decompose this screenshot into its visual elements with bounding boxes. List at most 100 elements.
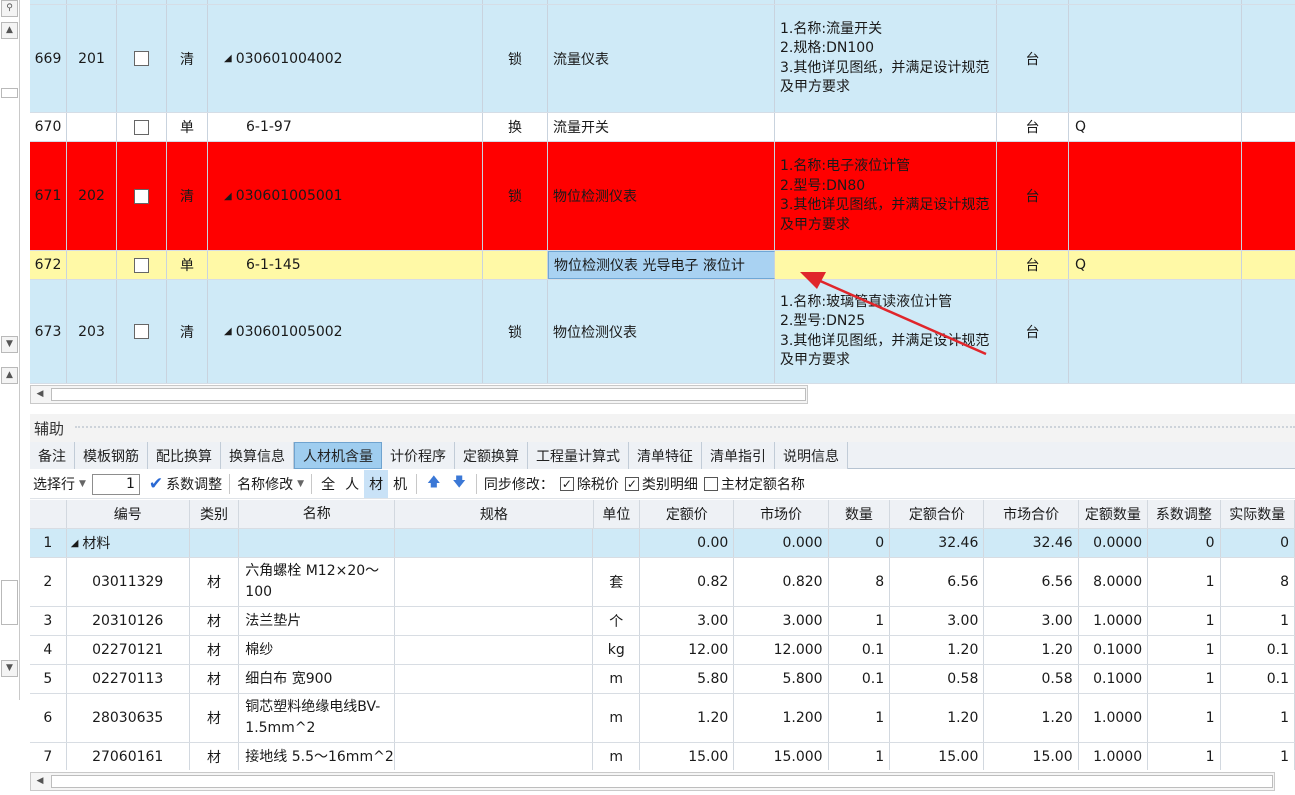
row-quantity[interactable]: 0.1	[829, 665, 891, 693]
tab-formwork-rebar[interactable]: 模板钢筋	[75, 442, 148, 469]
row-quota-price[interactable]: 5.80	[640, 665, 735, 693]
col-header-market-total[interactable]: 市场合价	[984, 500, 1079, 528]
scroll-thumb[interactable]	[1, 580, 18, 625]
row-checkbox[interactable]	[117, 251, 167, 279]
row-quota-total[interactable]: 1.20	[890, 636, 985, 664]
table-row[interactable]: 1 ◢ 材料 0.00 0.000 0 32.46 32.46 0.0000 0 0	[30, 529, 1295, 558]
row-name[interactable]: 流量仪表	[548, 5, 775, 112]
row-market-total[interactable]: 1.20	[984, 636, 1079, 664]
tab-bill-features[interactable]: 清单特征	[629, 442, 702, 469]
row-name[interactable]: 细白布 宽900	[239, 665, 396, 693]
scroll-thumb[interactable]	[51, 775, 1273, 788]
row-unit[interactable]	[593, 529, 641, 557]
row-quota-total[interactable]: 1.20	[890, 694, 985, 742]
scroll-up-icon[interactable]: ▲	[1, 22, 18, 39]
row-market-total[interactable]: 6.56	[984, 558, 1079, 606]
row-number-input[interactable]: 1	[91, 473, 140, 495]
table-row[interactable]: 672 单 6-1-145 物位检测仪表 光导电子 液位计 台 Q	[30, 251, 1295, 280]
scroll-down-icon[interactable]: ▼	[1, 336, 18, 353]
col-header-spec[interactable]: 规格	[395, 500, 594, 528]
row-category[interactable]: 材	[190, 665, 240, 693]
table-row[interactable]: 669 201 清 ◢ 030601004002 锁 流量仪表 1.名称:流量开关…	[30, 5, 1295, 113]
row-category[interactable]: 材	[190, 694, 240, 742]
row-index[interactable]: 1	[30, 529, 67, 557]
col-header-quantity[interactable]: 数量	[829, 500, 891, 528]
table-row[interactable]: 7 27060161 材接地线 5.5～16mm^2 m 15.00 15.000 1 15.…	[30, 743, 1295, 770]
row-category[interactable]: 材	[190, 743, 240, 770]
scroll-up-icon[interactable]: ▲	[1, 367, 18, 384]
row-spec[interactable]	[395, 743, 594, 770]
row-quota-qty[interactable]: 0.1000	[1079, 665, 1149, 693]
coef-adjust-button[interactable]: ✔ 系数调整	[143, 470, 225, 498]
tab-quantity-formula[interactable]: 工程量计算式	[528, 442, 629, 469]
tab-conversion-info[interactable]: 换算信息	[221, 442, 294, 469]
row-index[interactable]: 2	[30, 558, 67, 606]
row-code[interactable]: 28030635	[67, 694, 190, 742]
row-spec[interactable]	[395, 694, 594, 742]
row-name[interactable]	[239, 529, 396, 557]
tax-price-option[interactable]: ✓ 除税价	[557, 470, 622, 498]
row-index[interactable]: 5	[30, 665, 67, 693]
scroll-thumb[interactable]	[1, 88, 18, 98]
row-quantity[interactable]: 8	[829, 558, 891, 606]
row-market-price[interactable]: 3.000	[734, 607, 829, 635]
row-spec[interactable]	[395, 607, 594, 635]
row-name[interactable]: 物位检测仪表	[548, 142, 775, 250]
row-index[interactable]: 3	[30, 607, 67, 635]
row-category[interactable]	[190, 529, 240, 557]
row-quantity[interactable]: 1	[829, 743, 891, 770]
row-name[interactable]: 棉纱	[239, 636, 396, 664]
row-actual-qty[interactable]: 1	[1221, 607, 1295, 635]
row-name[interactable]: 流量开关	[548, 113, 775, 141]
col-header-unit[interactable]: 单位	[594, 500, 641, 528]
splitter-grip[interactable]	[75, 426, 1295, 431]
tab-quota-conversion[interactable]: 定额换算	[455, 442, 528, 469]
row-market-total[interactable]: 15.00	[984, 743, 1079, 770]
row-features[interactable]: 1.名称:流量开关 2.规格:DN100 3.其他详见图纸，并满足设计规范及甲方要求	[775, 5, 997, 112]
row-checkbox[interactable]	[117, 280, 167, 383]
row-unit[interactable]: m	[593, 743, 641, 770]
row-market-total[interactable]: 32.46	[984, 529, 1079, 557]
row-code[interactable]: ◢ 030601005002	[208, 280, 483, 383]
row-checkbox[interactable]	[117, 5, 167, 112]
row-unit[interactable]: m	[593, 694, 641, 742]
category-detail-option[interactable]: ✓ 类别明细	[622, 470, 701, 498]
row-coef-adjust[interactable]: 1	[1148, 694, 1221, 742]
tab-remarks[interactable]: 备注	[30, 442, 75, 469]
row-code[interactable]: 27060161	[67, 743, 190, 770]
row-coef-adjust[interactable]: 1	[1148, 607, 1221, 635]
tab-bill-guide[interactable]: 清单指引	[702, 442, 775, 469]
row-quota-total[interactable]: 15.00	[890, 743, 985, 770]
row-quota-price[interactable]: 15.00	[640, 743, 735, 770]
row-quantity[interactable]: 1	[829, 694, 891, 742]
row-quota-price[interactable]: 12.00	[640, 636, 735, 664]
col-header-category[interactable]: 类别	[190, 500, 240, 528]
row-actual-qty[interactable]: 0.1	[1221, 636, 1295, 664]
row-coef-adjust[interactable]: 1	[1148, 636, 1221, 664]
row-market-price[interactable]: 1.200	[734, 694, 829, 742]
row-features[interactable]: 1.名称:玻璃管直读液位计管 2.型号:DN25 3.其他详见图纸，并满足设计规范及…	[775, 280, 997, 383]
row-features[interactable]	[775, 113, 997, 141]
table-row[interactable]: 6 28030635 材铜芯塑料绝缘电线BV-1.5mm^2 m 1.20 1.200 1 1…	[30, 694, 1295, 743]
col-header-code[interactable]: 编号	[67, 500, 190, 528]
row-checkbox[interactable]	[117, 142, 167, 250]
row-quota-price[interactable]: 0.00	[640, 529, 735, 557]
row-spec[interactable]	[395, 665, 594, 693]
col-header-name[interactable]: 名称	[239, 500, 396, 528]
tab-pricing-procedure[interactable]: 计价程序	[382, 442, 455, 469]
tab-description[interactable]: 说明信息	[775, 442, 848, 469]
row-quota-qty[interactable]: 1.0000	[1079, 694, 1149, 742]
row-market-total[interactable]: 1.20	[984, 694, 1079, 742]
row-quota-total[interactable]: 32.46	[890, 529, 985, 557]
row-index[interactable]: 4	[30, 636, 67, 664]
scroll-thumb[interactable]	[51, 388, 806, 401]
row-name[interactable]: 物位检测仪表	[548, 280, 775, 383]
row-category[interactable]: 材	[190, 636, 240, 664]
table-row[interactable]: 671 202 清 ◢ 030601005001 锁 物位检测仪表 1.名称:电子…	[30, 142, 1295, 251]
tab-resource-content[interactable]: 人材机含量	[294, 442, 382, 469]
row-actual-qty[interactable]: 8	[1221, 558, 1295, 606]
row-features[interactable]	[775, 251, 997, 279]
row-index[interactable]: 7	[30, 743, 67, 770]
row-quantity[interactable]: 0	[829, 529, 891, 557]
row-quota-total[interactable]: 0.58	[890, 665, 985, 693]
